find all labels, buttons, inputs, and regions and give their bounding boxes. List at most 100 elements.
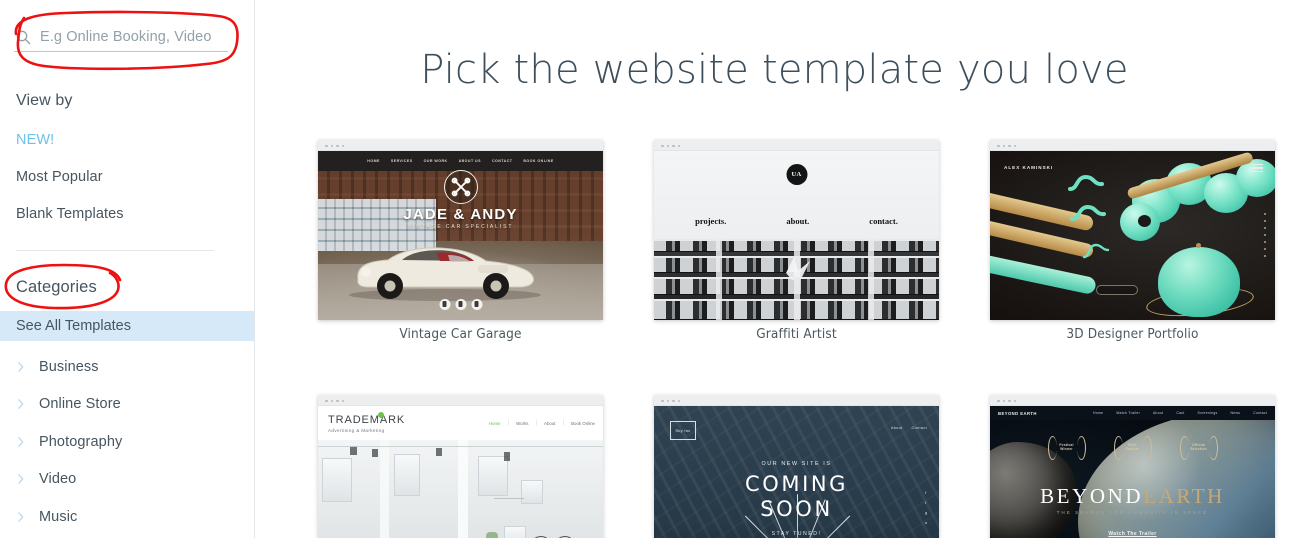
view-by-item-blank-templates[interactable]: Blank Templates bbox=[16, 206, 124, 222]
preview-title-line1: COMING bbox=[744, 472, 849, 496]
google-plus-icon: g bbox=[925, 510, 928, 515]
sidebar-category-label: Business bbox=[39, 359, 99, 375]
preview-nav-item: About bbox=[1153, 411, 1164, 415]
browser-chrome-bar bbox=[990, 140, 1275, 151]
template-thumbnail[interactable]: BEYOND EARTH Home Watch Trailer About Ca… bbox=[990, 395, 1275, 538]
award-line2: Selection bbox=[1190, 447, 1207, 451]
preview-title-word1: BEYOND bbox=[1040, 484, 1144, 508]
sidebar-category-business[interactable]: Business bbox=[16, 358, 99, 376]
preview-nav-item: OUR WORK bbox=[423, 159, 448, 163]
preview-nav-item: ABOUT US bbox=[458, 159, 481, 163]
preview-nav: HOME SERVICES OUR WORK ABOUT US CONTACT … bbox=[318, 151, 603, 171]
template-preview-vintage-car-garage: HOME SERVICES OUR WORK ABOUT US CONTACT … bbox=[318, 151, 603, 320]
template-card-beyond-earth[interactable]: BEYOND EARTH Home Watch Trailer About Ca… bbox=[990, 395, 1275, 538]
template-thumbnail[interactable]: HOME SERVICES OUR WORK ABOUT US CONTACT … bbox=[318, 140, 603, 320]
preview-subtitle: VINTAGE CAR SPECIALIST bbox=[407, 224, 514, 230]
preview-nav-item: CONTACT bbox=[491, 159, 513, 163]
chevron-right-icon bbox=[18, 362, 24, 372]
template-thumbnail[interactable]: UA projects. about. contact. bbox=[654, 140, 939, 320]
sidebar-category-photography[interactable]: Photography bbox=[16, 433, 122, 451]
template-card-coming-soon[interactable]: Sky Inc About Contact OUR NEW SITE IS CO… bbox=[654, 395, 939, 538]
preview-nav-item: About bbox=[544, 420, 556, 426]
preview-logo: UA bbox=[786, 164, 807, 185]
facebook-icon: f bbox=[925, 490, 927, 495]
mint-squiggle-icon bbox=[1070, 204, 1106, 221]
preview-header: TRADEMARK Advertising & Marketing Home | … bbox=[318, 406, 603, 440]
template-preview-trademark: TRADEMARK Advertising & Marketing Home | … bbox=[318, 406, 603, 538]
search-icon bbox=[16, 30, 31, 44]
mint-squiggle-icon bbox=[1082, 243, 1110, 259]
preview-nav: About Contact bbox=[891, 425, 927, 430]
template-label: 3D Designer Portfolio bbox=[1066, 326, 1199, 342]
view-by-item-most-popular[interactable]: Most Popular bbox=[16, 169, 103, 185]
preview-tagline: THE SEARCH FOR HUMANITY IN SPACE bbox=[1056, 510, 1209, 515]
facebook-icon bbox=[439, 299, 450, 310]
browser-chrome-bar bbox=[990, 395, 1275, 406]
vintage-car-illustration bbox=[349, 247, 541, 301]
template-gallery-page: View by NEW! Most Popular Blank Template… bbox=[0, 0, 1294, 538]
template-card-advertising-marketing[interactable]: TRADEMARK Advertising & Marketing Home | … bbox=[318, 395, 603, 538]
preview-header: BEYOND EARTH Home Watch Trailer About Ca… bbox=[990, 406, 1275, 420]
sidebar-category-video[interactable]: Video bbox=[16, 470, 76, 488]
chevron-right-icon bbox=[18, 474, 24, 484]
preview-posttitle: STAY TUNED! bbox=[771, 531, 822, 537]
preview-nav-item: SERVICES bbox=[390, 159, 413, 163]
laurel-badge: Festival Winner bbox=[1045, 434, 1089, 460]
green-dot-icon bbox=[378, 412, 384, 418]
preview-title-word2: EARTH bbox=[1143, 484, 1225, 508]
template-card-vintage-car-garage[interactable]: HOME SERVICES OUR WORK ABOUT US CONTACT … bbox=[318, 140, 603, 342]
browser-chrome-bar bbox=[654, 140, 939, 151]
template-card-graffiti-artist[interactable]: UA projects. about. contact. Graffiti Ar… bbox=[654, 140, 939, 342]
search-box[interactable] bbox=[14, 22, 228, 56]
preview-nav: projects. about. contact. bbox=[654, 216, 939, 226]
categories-heading: Categories bbox=[16, 278, 97, 296]
twitter-icon: t bbox=[925, 500, 927, 505]
template-card-3d-designer-portfolio[interactable]: ALEX KAMINSKI 3D Designer Portfolio bbox=[990, 140, 1275, 342]
preview-title: BEYONDEARTH bbox=[1040, 484, 1225, 509]
preview-logo-subtitle: Advertising & Marketing bbox=[328, 428, 385, 433]
sidebar-category-online-store[interactable]: Online Store bbox=[16, 395, 121, 413]
template-label: Graffiti Artist bbox=[756, 326, 837, 342]
browser-chrome-bar bbox=[654, 395, 939, 406]
chevron-right-icon bbox=[18, 512, 24, 522]
preview-pretitle: OUR NEW SITE IS bbox=[761, 461, 832, 467]
template-label: Vintage Car Garage bbox=[399, 326, 522, 342]
sidebar: View by NEW! Most Popular Blank Template… bbox=[0, 0, 255, 538]
bird-illustration bbox=[786, 257, 810, 285]
preview-nav-item: BOOK ONLINE bbox=[523, 159, 554, 163]
sidebar-category-label: Video bbox=[39, 471, 77, 487]
preview-title-line2: SOON bbox=[760, 497, 833, 521]
mint-squiggle-icon bbox=[1068, 174, 1104, 191]
preview-nav-item: Screenings bbox=[1197, 411, 1218, 415]
award-line2: Winner bbox=[1060, 447, 1073, 451]
template-preview-coming-soon: Sky Inc About Contact OUR NEW SITE IS CO… bbox=[654, 406, 939, 538]
crossed-wrenches-icon bbox=[451, 177, 470, 197]
template-preview-beyond-earth: BEYOND EARTH Home Watch Trailer About Ca… bbox=[990, 406, 1275, 538]
preview-social-icons bbox=[439, 299, 482, 310]
instagram-icon: o bbox=[925, 520, 928, 525]
office-interior-photo bbox=[318, 440, 603, 538]
browser-chrome-bar bbox=[318, 395, 603, 406]
preview-title: JADE & ANDY bbox=[403, 206, 518, 223]
template-thumbnail[interactable]: ALEX KAMINSKI bbox=[990, 140, 1275, 320]
preview-nav-item: HOME bbox=[367, 159, 380, 163]
preview-nav-item: Cast bbox=[1176, 411, 1185, 415]
sidebar-category-label: Music bbox=[39, 509, 78, 525]
preview-nav-item: Book Online bbox=[571, 420, 595, 426]
preview-nav-item: projects. bbox=[695, 216, 727, 226]
category-see-all-label: See All Templates bbox=[16, 318, 131, 334]
preview-logo-text: Sky Inc bbox=[675, 428, 691, 433]
template-thumbnail[interactable]: Sky Inc About Contact OUR NEW SITE IS CO… bbox=[654, 395, 939, 538]
award-badges: Festival Winner Best Feature Official Se… bbox=[990, 434, 1275, 460]
preview-nav-item: Contact bbox=[1253, 411, 1267, 415]
search-input[interactable] bbox=[40, 28, 225, 45]
category-see-all-templates[interactable]: See All Templates bbox=[0, 311, 254, 341]
scroll-dots-indicator bbox=[1264, 213, 1266, 257]
sidebar-category-music[interactable]: Music bbox=[16, 508, 77, 526]
instagram-icon bbox=[471, 299, 482, 310]
view-by-item-new[interactable]: NEW! bbox=[16, 132, 54, 148]
template-thumbnail[interactable]: TRADEMARK Advertising & Marketing Home | … bbox=[318, 395, 603, 538]
preview-social-icons: f t g o bbox=[925, 491, 929, 525]
view-by-heading: View by bbox=[16, 92, 73, 109]
preview-nav-item: about. bbox=[786, 216, 810, 226]
